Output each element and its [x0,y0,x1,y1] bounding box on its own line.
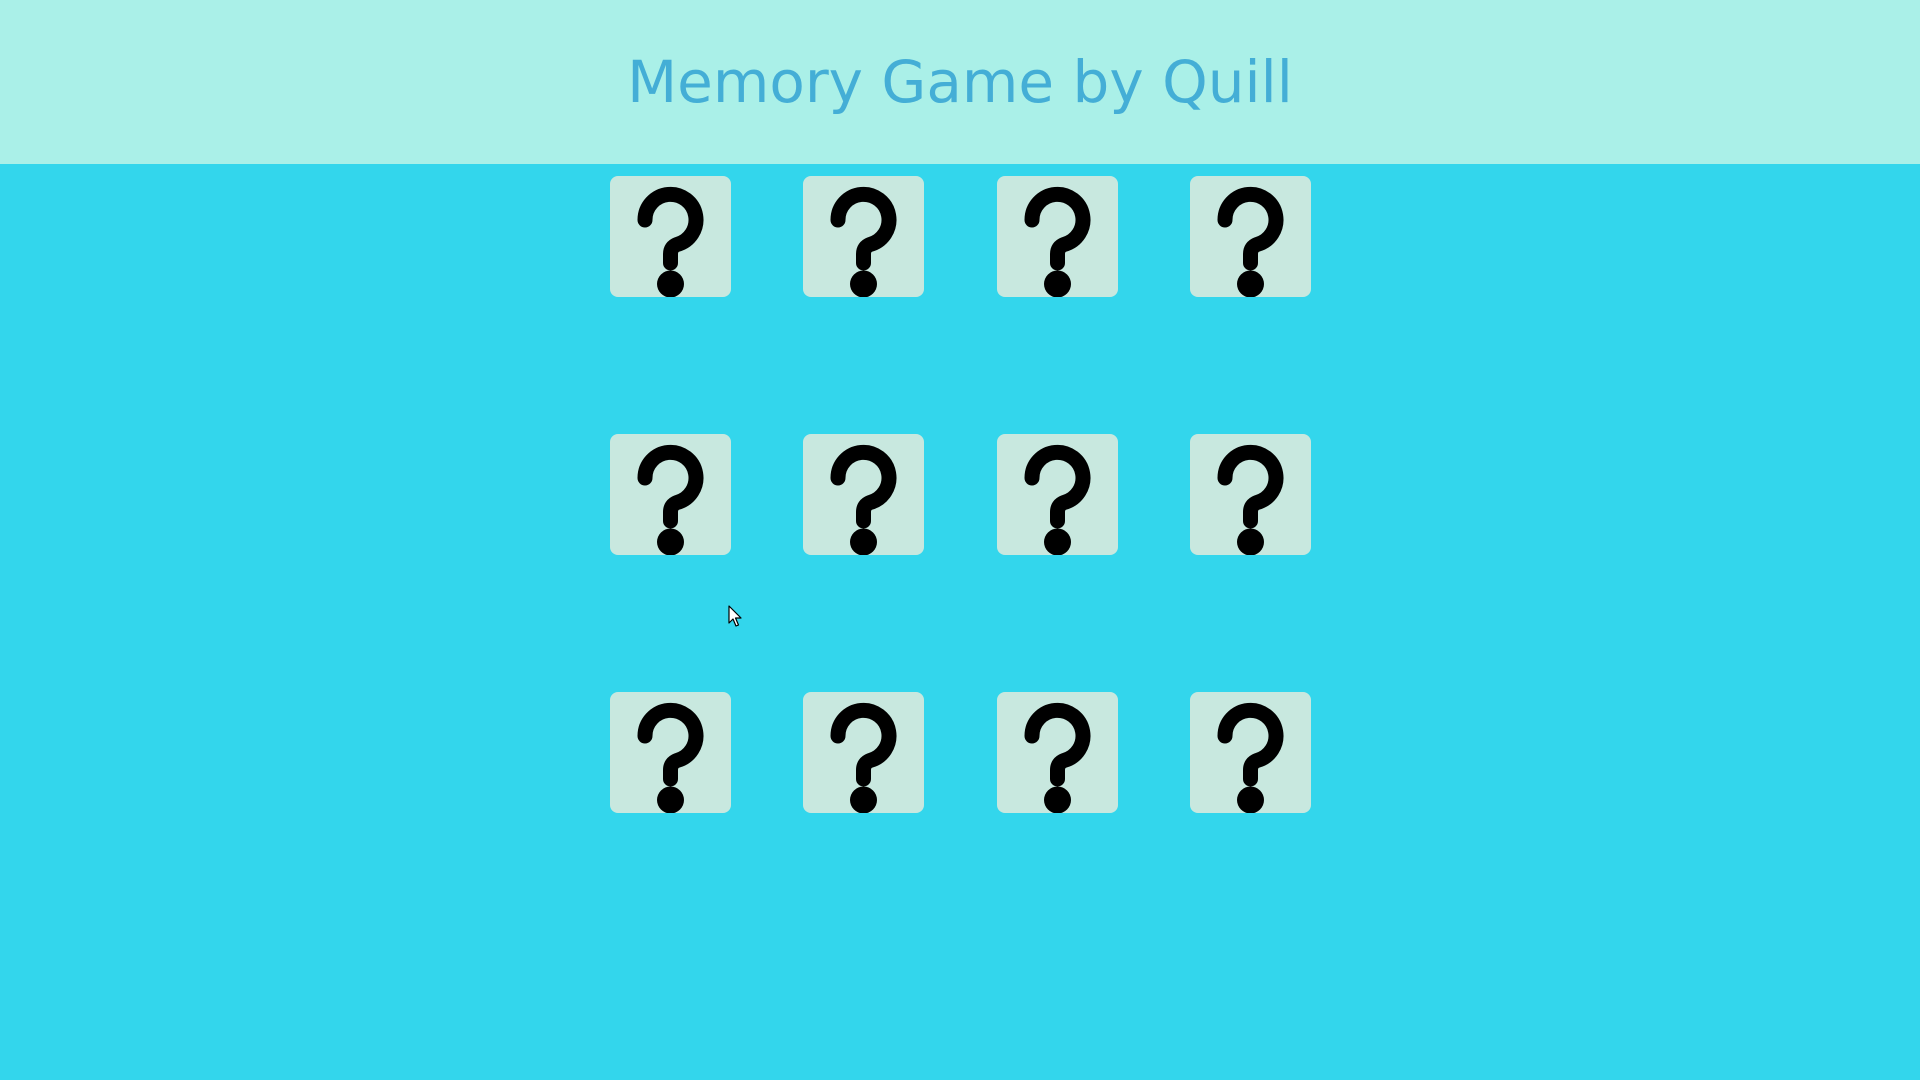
question-mark-icon [1217,186,1284,297]
memory-card[interactable] [803,176,924,297]
question-mark-icon [1024,702,1091,813]
mouse-pointer-icon [728,605,742,627]
question-mark-icon [637,444,704,555]
question-mark-icon [1024,444,1091,555]
question-mark-icon [1217,444,1284,555]
question-mark-icon [830,444,897,555]
header-bar: Memory Game by Quill [0,0,1920,164]
memory-card[interactable] [803,434,924,555]
memory-card[interactable] [610,434,731,555]
memory-card[interactable] [997,176,1118,297]
question-mark-icon [1024,186,1091,297]
question-mark-icon [1217,702,1284,813]
memory-card[interactable] [997,434,1118,555]
memory-card[interactable] [1190,692,1311,813]
card-grid [0,164,1920,1080]
memory-card[interactable] [610,176,731,297]
memory-card[interactable] [610,692,731,813]
memory-card[interactable] [803,692,924,813]
question-mark-icon [830,702,897,813]
memory-card[interactable] [997,692,1118,813]
question-mark-icon [637,186,704,297]
question-mark-icon [637,702,704,813]
question-mark-icon [830,186,897,297]
memory-card[interactable] [1190,434,1311,555]
page-title: Memory Game by Quill [627,48,1293,116]
memory-card[interactable] [1190,176,1311,297]
